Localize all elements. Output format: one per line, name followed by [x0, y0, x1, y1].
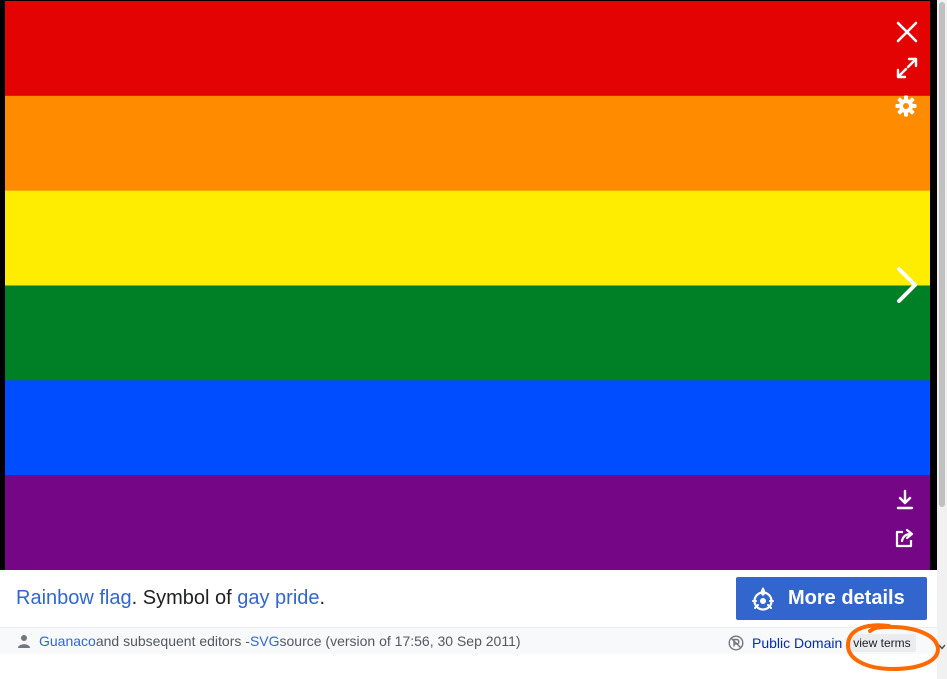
close-button[interactable]: [893, 18, 921, 46]
image-stage: [0, 0, 937, 570]
flag-stripe-yellow: [5, 190, 930, 286]
caption-text: . Symbol of: [131, 587, 238, 609]
close-icon: [896, 21, 918, 43]
rainbow-flag-image: [5, 1, 930, 570]
scroll-down-arrow[interactable]: [937, 640, 947, 654]
media-viewer: Rainbow flag. Symbol of gay pride. More …: [0, 0, 947, 679]
flag-stripe-blue: [5, 380, 930, 476]
gay-pride-link[interactable]: gay pride: [237, 587, 319, 609]
credit-text: and subsequent editors -: [95, 633, 250, 649]
settings-button[interactable]: [892, 92, 920, 120]
caption-text-end: .: [319, 587, 326, 609]
vertical-scrollbar[interactable]: [937, 0, 947, 679]
svg-source-link[interactable]: SVG: [250, 633, 280, 649]
public-domain-link[interactable]: Public Domain: [752, 635, 842, 651]
flag-stripe-violet: [5, 475, 930, 570]
credit-bar: Guanaco and subsequent editors - SVG sou…: [0, 627, 937, 654]
scrollbar-thumb[interactable]: [939, 2, 945, 507]
view-terms-button[interactable]: view terms: [848, 634, 916, 652]
download-icon: [896, 489, 914, 510]
author-link[interactable]: Guanaco: [39, 633, 96, 649]
settings-gear-icon: [895, 95, 917, 117]
download-button[interactable]: [891, 486, 919, 514]
image-caption: Rainbow flag. Symbol of gay pride.: [16, 587, 325, 610]
fullscreen-button[interactable]: [893, 54, 921, 82]
user-icon: [18, 635, 30, 648]
more-details-button[interactable]: More details: [736, 577, 927, 620]
flag-stripe-orange: [5, 95, 930, 192]
wikimedia-commons-icon: [752, 586, 774, 611]
next-image-button[interactable]: [888, 262, 924, 308]
fullscreen-icon: [896, 57, 918, 79]
public-domain-icon: [728, 635, 744, 651]
credit-version-text: source (version of 17:56, 30 Sep 2011): [279, 633, 521, 649]
caption-bar: Rainbow flag. Symbol of gay pride. More …: [0, 570, 937, 627]
share-icon: [895, 528, 914, 548]
rainbow-flag-link[interactable]: Rainbow flag: [16, 587, 132, 609]
chevron-down-icon: [938, 644, 946, 650]
author-credit: Guanaco and subsequent editors - SVG sou…: [17, 633, 521, 649]
flag-stripe-red: [5, 1, 930, 97]
flag-stripe-green: [5, 285, 930, 381]
share-button[interactable]: [891, 524, 919, 552]
chevron-right-icon: [897, 267, 917, 303]
more-details-label: More details: [788, 587, 905, 609]
license-info: Public Domain view terms: [728, 634, 916, 652]
